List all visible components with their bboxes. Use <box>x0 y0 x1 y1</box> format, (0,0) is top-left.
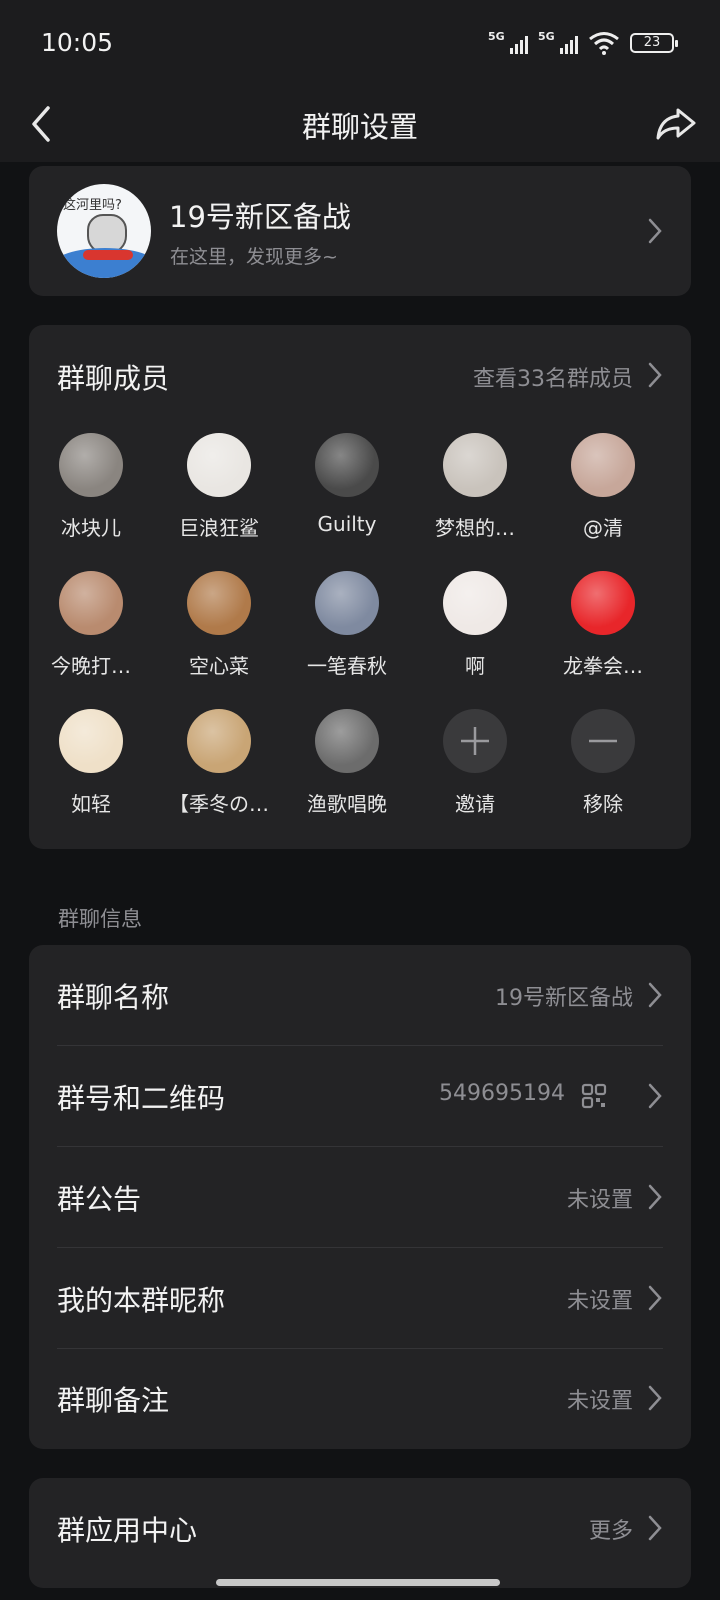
member-item[interactable]: 今晚打… <box>31 571 151 679</box>
view-all-members-link[interactable]: 查看33名群成员 <box>473 361 633 393</box>
member-item[interactable]: 啊 <box>415 571 535 679</box>
page-title: 群聊设置 <box>301 110 418 144</box>
members-title: 群聊成员 <box>57 362 170 395</box>
chevron-right-icon[interactable] <box>647 361 663 389</box>
my-nickname-row[interactable]: 我的本群昵称 未设置 <box>29 1248 691 1349</box>
member-name: 啊 <box>465 654 485 678</box>
member-item[interactable]: @清 <box>543 433 663 541</box>
share-icon[interactable] <box>654 102 698 146</box>
member-item[interactable]: 巨浪狂鲨 <box>159 433 279 541</box>
group-name: 19号新区备战 <box>169 200 351 234</box>
chevron-right-icon <box>648 218 662 244</box>
minus-icon <box>571 709 635 773</box>
member-avatar <box>315 571 379 635</box>
member-name: 梦想的… <box>435 516 515 540</box>
signal-icon-2: 5G <box>538 30 578 56</box>
member-avatar <box>315 433 379 497</box>
member-item[interactable]: 渔歌唱晚 <box>287 709 407 817</box>
group-qrcode-row[interactable]: 群号和二维码 549695194 <box>29 1046 691 1147</box>
group-info-card: 群聊名称 19号新区备战 群号和二维码 549695194 群公告 未设置 我的… <box>29 945 691 1449</box>
member-name: 冰块儿 <box>61 516 121 540</box>
member-name: 龙拳会… <box>563 654 643 678</box>
member-name: 今晚打… <box>51 654 131 678</box>
member-avatar <box>59 571 123 635</box>
status-bar: 10:05 5G 5G 23 <box>0 0 720 86</box>
plus-icon <box>443 709 507 773</box>
remove-label: 移除 <box>583 792 623 816</box>
row-label: 群应用中心 <box>57 1514 198 1547</box>
wifi-icon <box>589 32 619 55</box>
status-time: 10:05 <box>41 28 114 57</box>
member-avatar <box>187 571 251 635</box>
member-avatar <box>443 571 507 635</box>
member-item[interactable]: 龙拳会… <box>543 571 663 679</box>
battery-icon: 23 <box>630 33 678 53</box>
member-item[interactable]: 如轻 <box>31 709 151 817</box>
member-item[interactable]: Guilty <box>287 433 407 536</box>
member-name: Guilty <box>317 512 377 536</box>
row-label: 我的本群昵称 <box>57 1284 226 1317</box>
chevron-right-icon <box>648 1515 662 1541</box>
group-subtitle: 在这里，发现更多~ <box>170 246 338 268</box>
app-center-row[interactable]: 群应用中心 更多 <box>29 1478 691 1579</box>
chevron-right-icon <box>648 982 662 1008</box>
member-name: 巨浪狂鲨 <box>179 516 259 540</box>
member-item[interactable]: 梦想的… <box>415 433 535 541</box>
member-avatar <box>59 709 123 773</box>
row-value: 更多 <box>588 1519 633 1544</box>
member-name: 一笔春秋 <box>307 654 387 678</box>
member-avatar <box>59 433 123 497</box>
member-name: 空心菜 <box>189 654 249 678</box>
members-card: 群聊成员 查看33名群成员 冰块儿 巨浪狂鲨 Guilty 梦想的… @清今晚打… 空心菜… <box>29 325 691 849</box>
member-name: 如轻 <box>71 792 111 816</box>
row-value: 未设置 <box>566 1389 633 1414</box>
member-avatar <box>315 709 379 773</box>
member-name: 渔歌唱晚 <box>307 792 387 816</box>
remove-member-button[interactable]: 移除 <box>543 709 663 817</box>
member-name: 【季冬の… <box>169 792 269 816</box>
chevron-right-icon <box>648 1285 662 1311</box>
member-avatar <box>443 433 507 497</box>
invite-label: 邀请 <box>455 792 495 816</box>
row-label: 群号和二维码 <box>57 1082 226 1115</box>
chevron-right-icon <box>648 1184 662 1210</box>
row-value: 19号新区备战 <box>495 986 633 1011</box>
status-icons: 5G 5G 23 <box>488 28 678 58</box>
group-remark-row[interactable]: 群聊备注 未设置 <box>29 1348 691 1449</box>
row-value: 549695194 <box>439 1081 565 1106</box>
group-avatar: 这河里吗? <box>57 184 151 278</box>
row-label: 群聊备注 <box>57 1384 170 1417</box>
chevron-right-icon <box>648 1385 662 1411</box>
qrcode-icon <box>581 1083 607 1109</box>
group-announcement-row[interactable]: 群公告 未设置 <box>29 1147 691 1248</box>
section-label-info: 群聊信息 <box>58 907 142 931</box>
member-avatar <box>187 433 251 497</box>
group-app-center-card[interactable]: 群应用中心 更多 <box>29 1478 691 1588</box>
chevron-right-icon <box>648 1083 662 1109</box>
row-label: 群聊名称 <box>57 981 170 1014</box>
row-label: 群公告 <box>57 1183 142 1216</box>
group-name-row[interactable]: 群聊名称 19号新区备战 <box>29 945 691 1046</box>
member-name: @清 <box>583 516 623 540</box>
group-profile-card[interactable]: 这河里吗? 19号新区备战 在这里，发现更多~ <box>29 166 691 296</box>
member-item[interactable]: 冰块儿 <box>31 433 151 541</box>
member-avatar <box>571 433 635 497</box>
member-avatar <box>571 571 635 635</box>
member-item[interactable]: 【季冬の… <box>159 709 279 817</box>
member-avatar <box>187 709 251 773</box>
nav-bar: 群聊设置 <box>0 86 720 162</box>
member-item[interactable]: 空心菜 <box>159 571 279 679</box>
invite-member-button[interactable]: 邀请 <box>415 709 535 817</box>
signal-icon: 5G <box>488 30 528 56</box>
home-indicator[interactable] <box>216 1579 500 1586</box>
row-value: 未设置 <box>566 1289 633 1314</box>
row-value: 未设置 <box>566 1188 633 1213</box>
member-item[interactable]: 一笔春秋 <box>287 571 407 679</box>
